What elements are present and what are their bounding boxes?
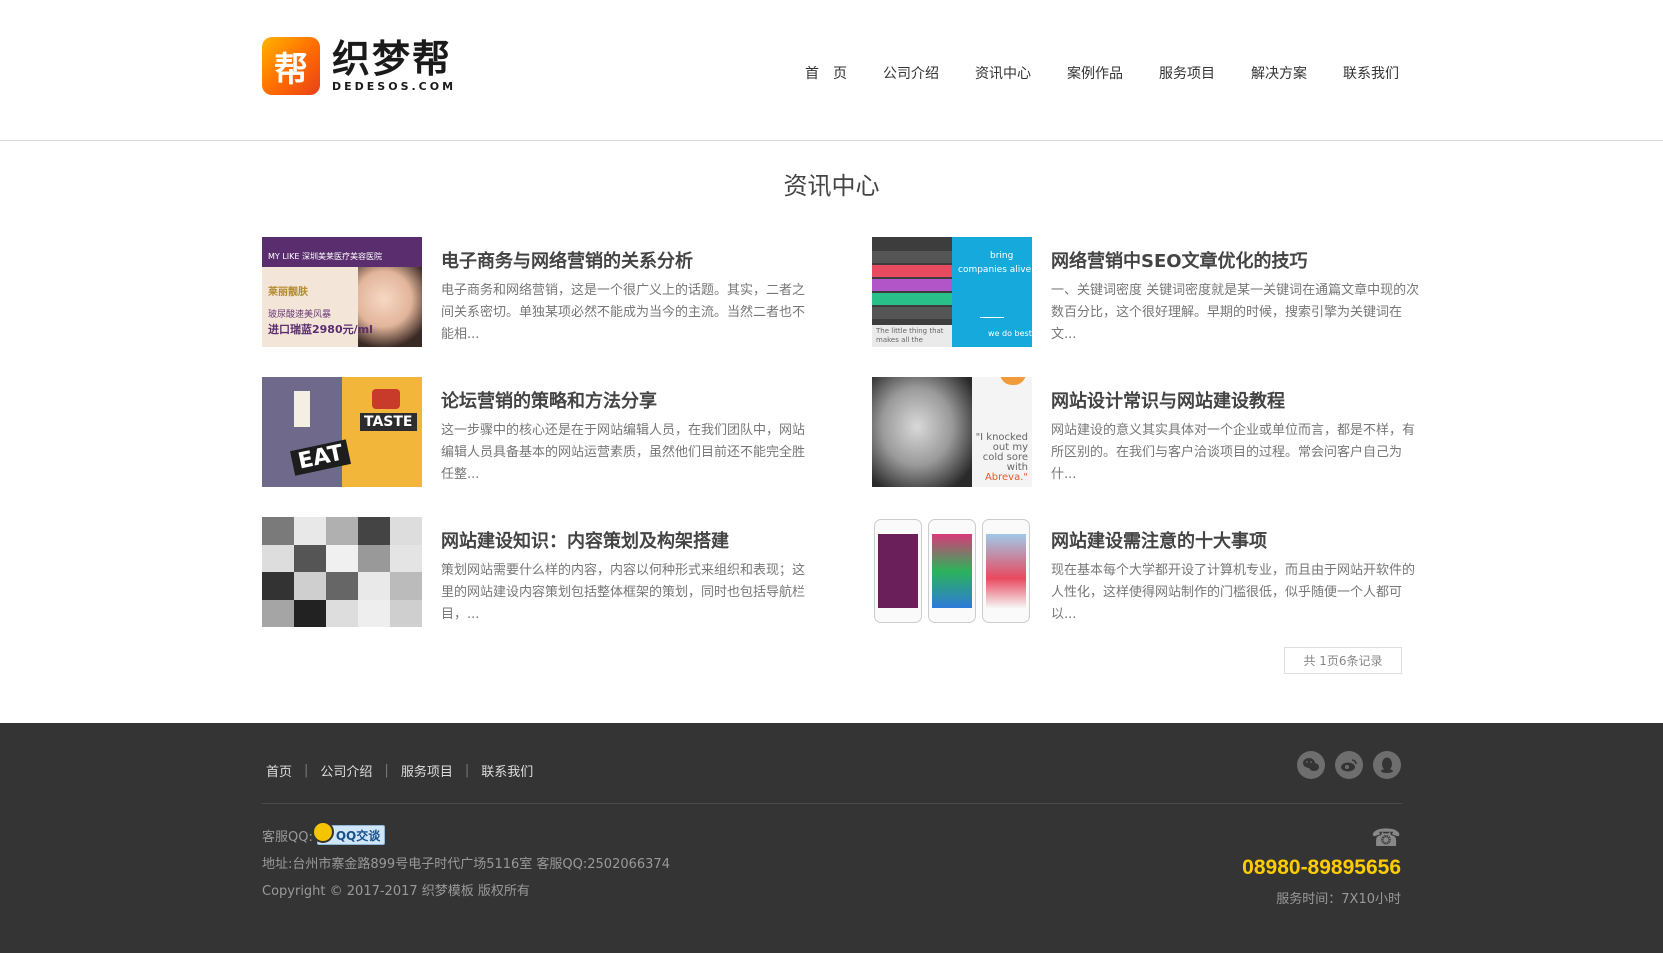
nav-about[interactable]: 公司介绍 (883, 63, 939, 83)
social-links (1287, 751, 1401, 779)
thumb-caption: The little thing that makes all the (876, 327, 944, 344)
thumb-caption: bring (990, 251, 1014, 261)
thumb-caption: 玻尿酸速美风暴 (268, 310, 332, 320)
footer-nav: 首页 | 公司介绍 | 服务项目 | 联系我们 (266, 761, 533, 780)
footer-address: 地址:台州市寨金路899号电子时代广场5116室 客服QQ:2502066374 (262, 857, 670, 872)
logo-domain: DEDESOS.COM (332, 80, 457, 93)
footer-phone[interactable]: 08980-89895656 (1242, 856, 1401, 880)
news-title[interactable]: 论坛营销的策略和方法分享 (441, 387, 831, 413)
news-item[interactable]: MY LIKE 深圳美莱医疗美容医院 莱丽靓肤 玻尿酸速美风暴 进口瑞蓝2980… (262, 237, 832, 347)
thumb-quote: "I knocked out my cold sore with Abreva.… (972, 433, 1028, 483)
footer-link-about[interactable]: 公司介绍 (320, 761, 372, 780)
pagination-info: 共 1页6条记录 (1284, 647, 1402, 674)
footer-copyright: Copyright © 2017-2017 织梦模板 版权所有 (262, 884, 530, 899)
footer-separator: | (384, 763, 389, 778)
qq-icon[interactable] (1373, 751, 1401, 779)
site-header: 帮 织梦帮 DEDESOS.COM 首 页 公司介绍 资讯中心 案例作品 服务项… (0, 0, 1663, 141)
news-item[interactable]: The little thing that makes all the brin… (872, 237, 1442, 347)
qq-penguin-icon (311, 821, 334, 843)
thumb-caption: we do best (988, 329, 1032, 338)
news-summary: 现在基本每个大学都开设了计算机专业，而且由于网站开软件的人性化，这样使得网站制作… (1051, 563, 1416, 622)
news-title[interactable]: 网络营销中SEO文章优化的技巧 (1051, 247, 1441, 273)
thumb-caption: companies alive (958, 265, 1032, 275)
news-title[interactable]: 网站建设知识：内容策划及构架搭建 (441, 527, 831, 553)
thumb-caption: TASTE (360, 413, 417, 431)
logo-text: 织梦帮 DEDESOS.COM (332, 40, 456, 92)
qq-service-row: 客服QQ: QQ交谈 (262, 821, 386, 845)
thumb-caption: 莱丽靓肤 (268, 287, 308, 298)
news-summary: 这一步骤中的核心还是在于网站编辑人员，在我们团队中，网站编辑人员具备基本的网站运… (441, 423, 806, 482)
thumb-caption: 进口瑞蓝2980元/ml (268, 323, 373, 336)
page-title: 资讯中心 (783, 172, 880, 200)
nav-solutions[interactable]: 解决方案 (1251, 63, 1307, 83)
wechat-icon[interactable] (1297, 751, 1325, 779)
qq-label: 客服QQ: (262, 829, 313, 845)
telephone-icon: ☎ (1371, 824, 1401, 852)
news-thumbnail-web-ui[interactable]: The little thing that makes all the brin… (872, 237, 1032, 347)
news-thumbnail-phones[interactable] (872, 517, 1032, 627)
news-summary: 策划网站需要什么样的内容，内容以何种形式来组织和表现；这里的网站建设内容策划包括… (441, 563, 806, 622)
news-item[interactable]: 网站建设知识：内容策划及构架搭建 策划网站需要什么样的内容，内容以何种形式来组织… (262, 517, 832, 627)
news-summary: 一、关键词密度 关键词密度就是某一关键词在通篇文章中现的次数百分比，这个很好理解… (1051, 283, 1420, 342)
nav-services[interactable]: 服务项目 (1159, 63, 1215, 83)
thumb-caption: Abreva." (984, 472, 1028, 483)
nav-cases[interactable]: 案例作品 (1067, 63, 1123, 83)
news-item[interactable]: EAT TASTE 论坛营销的策略和方法分享 这一步骤中的核心还是在于网站编辑人… (262, 377, 832, 487)
news-item[interactable]: "I knocked out my cold sore with Abreva.… (872, 377, 1442, 487)
news-thumbnail-beauty[interactable]: MY LIKE 深圳美莱医疗美容医院 莱丽靓肤 玻尿酸速美风暴 进口瑞蓝2980… (262, 237, 422, 347)
footer-service-hours: 服务时间：7X10小时 (1276, 892, 1401, 907)
news-summary: 电子商务和网络营销，这是一个很广义上的话题。其实，二者之间关系密切。单独某项必然… (441, 283, 806, 342)
nav-news[interactable]: 资讯中心 (975, 63, 1031, 83)
logo-chinese-name: 织梦帮 (332, 37, 453, 81)
logo-mark-icon: 帮 (262, 37, 320, 95)
nav-contact[interactable]: 联系我们 (1343, 63, 1399, 83)
footer-separator: | (304, 763, 309, 778)
thumb-caption: MY LIKE 深圳美莱医疗美容医院 (268, 252, 382, 261)
main-nav: 首 页 公司介绍 资讯中心 案例作品 服务项目 解决方案 联系我们 (805, 63, 1399, 83)
news-summary: 网站建设的意义其实具体对一个企业或单位而言，都是不样，有所区别的。在我们与客户洽… (1051, 423, 1416, 482)
footer-link-services[interactable]: 服务项目 (401, 761, 453, 780)
nav-home[interactable]: 首 页 (805, 63, 847, 83)
news-title[interactable]: 网站设计常识与网站建设教程 (1051, 387, 1441, 413)
news-title[interactable]: 电子商务与网络营销的关系分析 (441, 247, 831, 273)
site-footer: 首页 | 公司介绍 | 服务项目 | 联系我们 客服QQ: QQ交谈 地址:台州… (0, 723, 1663, 953)
news-thumbnail-portrait[interactable]: "I knocked out my cold sore with Abreva.… (872, 377, 1032, 487)
footer-link-home[interactable]: 首页 (266, 761, 292, 780)
qq-chat-button[interactable]: QQ交谈 (311, 821, 386, 845)
news-thumbnail-faces-grid[interactable] (262, 517, 422, 627)
site-logo[interactable]: 帮 织梦帮 DEDESOS.COM (262, 37, 456, 95)
footer-divider (262, 803, 1402, 804)
footer-link-contact[interactable]: 联系我们 (481, 761, 533, 780)
news-thumbnail-taste[interactable]: EAT TASTE (262, 377, 422, 487)
weibo-icon[interactable] (1335, 751, 1363, 779)
news-title[interactable]: 网站建设需注意的十大事项 (1051, 527, 1441, 553)
footer-separator: | (464, 763, 470, 778)
news-item[interactable]: 网站建设需注意的十大事项 现在基本每个大学都开设了计算机专业，而且由于网站开软件… (872, 517, 1442, 627)
qq-chat-label: QQ交谈 (335, 828, 381, 843)
